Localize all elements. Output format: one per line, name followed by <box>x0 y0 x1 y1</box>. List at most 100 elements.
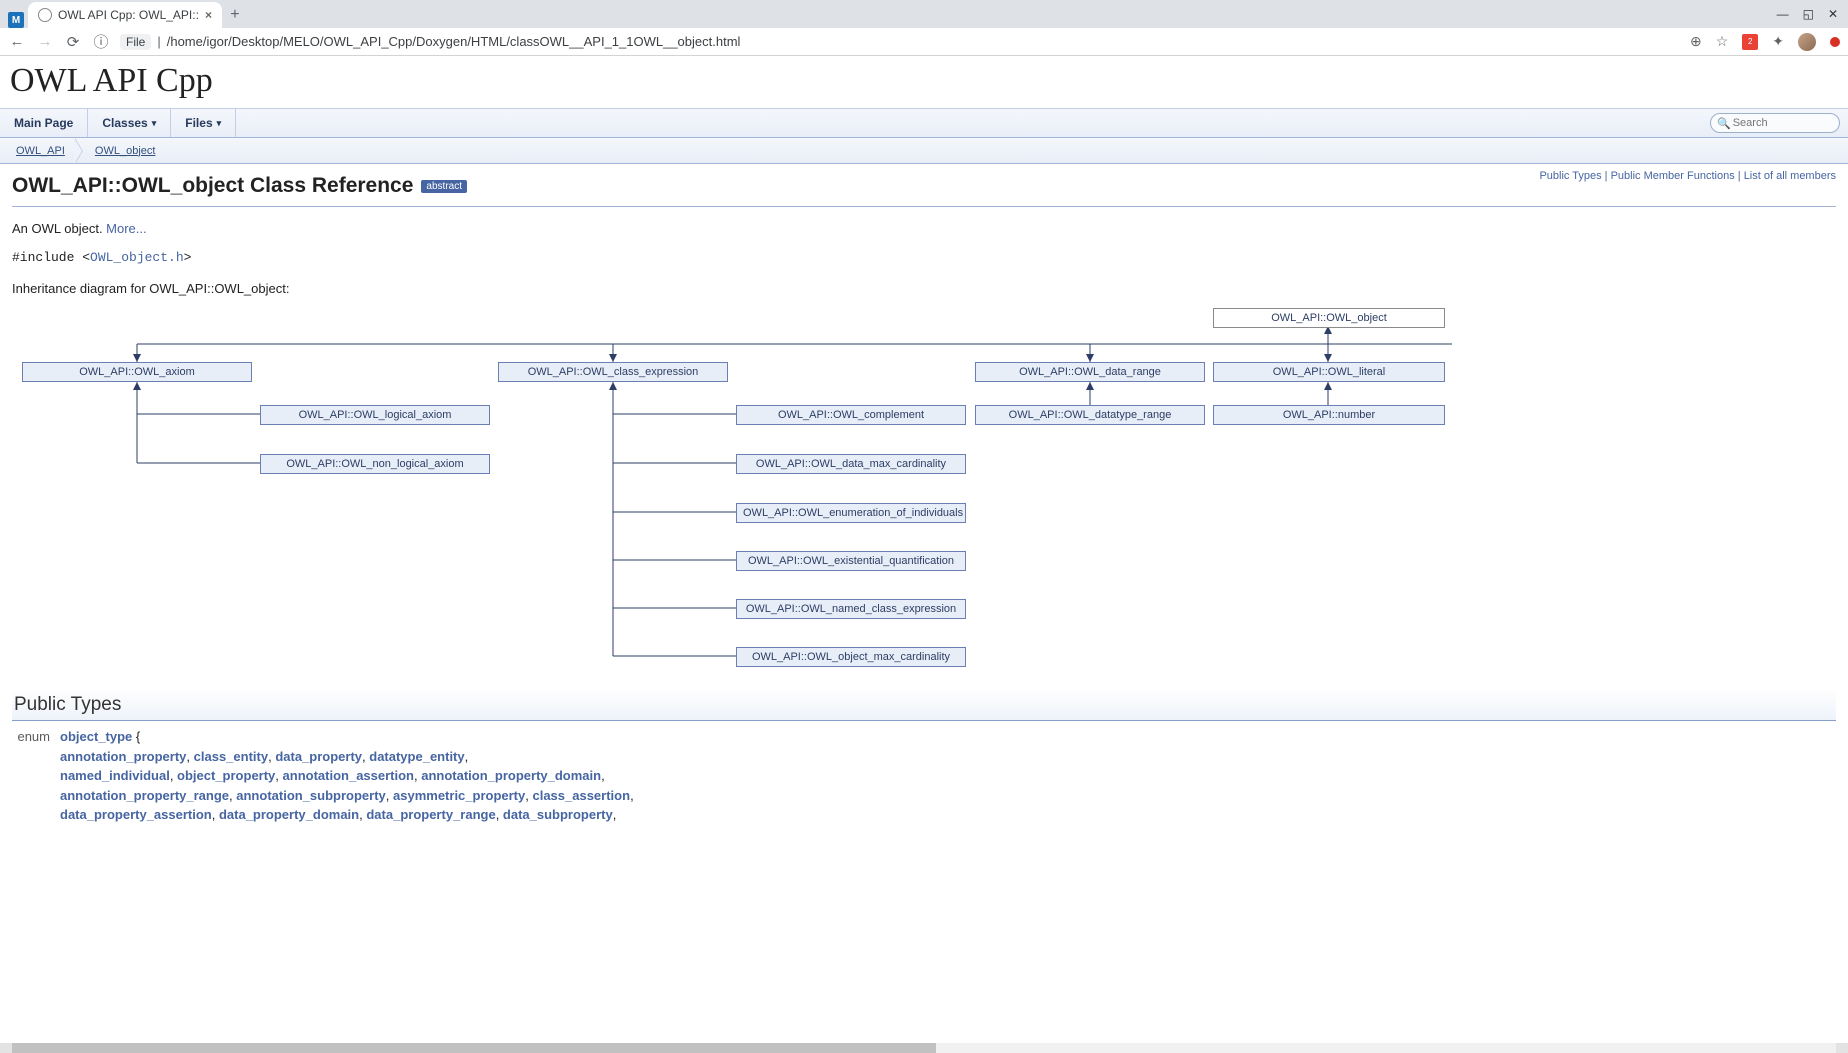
diagram-node-object-max-cardinality[interactable]: OWL_API::OWL_object_max_cardinality <box>736 647 966 667</box>
project-title: OWL API Cpp <box>0 56 1848 108</box>
forward-button[interactable]: → <box>36 33 54 50</box>
back-button[interactable]: ← <box>8 33 26 50</box>
enum-value-link[interactable]: datatype_entity <box>369 749 464 764</box>
diagram-node-data-max-cardinality[interactable]: OWL_API::OWL_data_max_cardinality <box>736 454 966 474</box>
maximize-icon[interactable]: ◱ <box>1803 7 1814 21</box>
address-bar: ← → ⟳ ⓘ File | /home/igor/Desktop/MELO/O… <box>0 28 1848 56</box>
scrollbar-thumb[interactable] <box>12 1043 936 1053</box>
class-description: An OWL object. More... <box>12 221 1836 236</box>
enum-value-link[interactable]: annotation_property <box>60 749 186 764</box>
inheritance-diagram-label: Inheritance diagram for OWL_API::OWL_obj… <box>12 281 1836 296</box>
enum-value-link[interactable]: data_property <box>275 749 362 764</box>
enum-open-brace: { <box>132 729 140 744</box>
tab-files[interactable]: Files ▾ <box>171 109 236 137</box>
desc-text: An OWL object. <box>12 221 106 236</box>
breadcrumb: OWL_API OWL_object <box>0 138 1848 164</box>
link-public-member-functions[interactable]: Public Member Functions <box>1611 170 1735 182</box>
toolbar-right: ⊕ ☆ 2 ✦ <box>1690 33 1840 51</box>
diagram-node-root[interactable]: OWL_API::OWL_object <box>1213 308 1445 328</box>
abstract-badge: abstract <box>421 180 467 193</box>
enum-value-link[interactable]: annotation_property_domain <box>421 768 601 783</box>
chevron-down-icon: ▾ <box>152 118 157 129</box>
diagram-node-data-range[interactable]: OWL_API::OWL_data_range <box>975 362 1205 382</box>
browser-tab[interactable]: OWL API Cpp: OWL_API:: × <box>28 2 222 28</box>
file-chip: File <box>120 34 151 50</box>
tab-main-page-label: Main Page <box>14 116 73 130</box>
link-list-of-all-members[interactable]: List of all members <box>1744 170 1836 182</box>
diagram-node-axiom[interactable]: OWL_API::OWL_axiom <box>22 362 252 382</box>
public-types-table: enum object_type { annotation_property, … <box>0 727 1848 825</box>
tab-title: OWL API Cpp: OWL_API:: <box>58 8 199 22</box>
url-sep: | <box>157 34 160 49</box>
nav-tabs: Main Page Classes ▾ Files ▾ 🔍 <box>0 108 1848 138</box>
window-controls: — ◱ ✕ <box>1777 0 1848 28</box>
extensions-icon[interactable]: ✦ <box>1772 33 1784 50</box>
diagram-node-named-class-expression[interactable]: OWL_API::OWL_named_class_expression <box>736 599 966 619</box>
diagram-node-existential-quantification[interactable]: OWL_API::OWL_existential_quantification <box>736 551 966 571</box>
breadcrumb-owl-api[interactable]: OWL_API <box>6 138 75 163</box>
inheritance-diagram: OWL_API::OWL_object OWL_API::OWL_axiom O… <box>12 306 1836 676</box>
url-box[interactable]: File | /home/igor/Desktop/MELO/OWL_API_C… <box>120 34 1680 50</box>
zoom-icon[interactable]: ⊕ <box>1690 33 1702 50</box>
enum-value-link[interactable]: data_property_domain <box>219 807 359 822</box>
new-tab-button[interactable]: + <box>222 2 248 28</box>
search-wrap: 🔍 <box>1710 113 1848 133</box>
enum-value-link[interactable]: asymmetric_property <box>393 788 525 803</box>
include-directive: #include <OWL_object.h> <box>12 250 1836 265</box>
tab-classes[interactable]: Classes ▾ <box>88 109 171 137</box>
diagram-node-literal[interactable]: OWL_API::OWL_literal <box>1213 362 1445 382</box>
search-icon: 🔍 <box>1717 117 1731 130</box>
include-prefix: #include < <box>12 250 90 265</box>
info-icon[interactable]: ⓘ <box>92 31 110 52</box>
enum-value-link[interactable]: annotation_assertion <box>283 768 414 783</box>
diagram-node-complement[interactable]: OWL_API::OWL_complement <box>736 405 966 425</box>
tab-classes-label: Classes <box>102 116 147 130</box>
reload-button[interactable]: ⟳ <box>64 33 82 51</box>
diagram-node-enumeration-of-individuals[interactable]: OWL_API::OWL_enumeration_of_individuals <box>736 503 966 523</box>
close-window-icon[interactable]: ✕ <box>1828 7 1838 21</box>
diagram-node-non-logical-axiom[interactable]: OWL_API::OWL_non_logical_axiom <box>260 454 490 474</box>
enum-keyword: enum <box>12 727 50 747</box>
enum-name-link[interactable]: object_type <box>60 729 132 744</box>
url-path: /home/igor/Desktop/MELO/OWL_API_Cpp/Doxy… <box>167 34 741 49</box>
enum-value-link[interactable]: data_property_range <box>366 807 495 822</box>
diagram-node-class-expression[interactable]: OWL_API::OWL_class_expression <box>498 362 728 382</box>
enum-value-link[interactable]: object_property <box>177 768 275 783</box>
diagram-node-number[interactable]: OWL_API::number <box>1213 405 1445 425</box>
enum-value-link[interactable]: class_assertion <box>532 788 630 803</box>
enum-value-link[interactable]: annotation_property_range <box>60 788 229 803</box>
header-area: Public Types | Public Member Functions |… <box>0 164 1848 686</box>
more-link[interactable]: More... <box>106 221 146 236</box>
enum-value-link[interactable]: data_subproperty <box>503 807 613 822</box>
diagram-lines <box>12 306 1836 676</box>
record-icon[interactable] <box>1830 37 1840 47</box>
close-icon[interactable]: × <box>205 8 212 22</box>
horizontal-scrollbar[interactable] <box>0 1043 1848 1053</box>
breadcrumb-owl-object[interactable]: OWL_object <box>85 138 166 163</box>
enum-value-link[interactable]: class_entity <box>194 749 268 764</box>
chevron-down-icon: ▾ <box>217 118 222 129</box>
scroll-right-arrow[interactable] <box>1836 1043 1848 1053</box>
include-suffix: > <box>184 250 192 265</box>
enum-value-link[interactable]: data_property_assertion <box>60 807 212 822</box>
enum-value-link[interactable]: annotation_subproperty <box>236 788 386 803</box>
search-box[interactable]: 🔍 <box>1710 113 1840 133</box>
search-input[interactable] <box>1731 116 1833 130</box>
app-icon: M <box>8 12 24 28</box>
enum-body: object_type { <box>60 727 1836 747</box>
diagram-node-logical-axiom[interactable]: OWL_API::OWL_logical_axiom <box>260 405 490 425</box>
tab-files-label: Files <box>185 116 212 130</box>
extension-badge-icon[interactable]: 2 <box>1742 34 1758 50</box>
profile-avatar[interactable] <box>1798 33 1816 51</box>
page-title-text: OWL_API::OWL_object Class Reference <box>12 174 413 198</box>
scroll-left-arrow[interactable] <box>0 1043 12 1053</box>
diagram-node-datatype-range[interactable]: OWL_API::OWL_datatype_range <box>975 405 1205 425</box>
browser-chrome: M OWL API Cpp: OWL_API:: × + — ◱ ✕ ← → ⟳… <box>0 0 1848 56</box>
globe-icon <box>38 8 52 22</box>
minimize-icon[interactable]: — <box>1777 7 1789 21</box>
tab-main-page[interactable]: Main Page <box>0 109 88 137</box>
bookmark-icon[interactable]: ☆ <box>1716 33 1729 50</box>
enum-value-link[interactable]: named_individual <box>60 768 170 783</box>
include-file-link[interactable]: OWL_object.h <box>90 250 184 265</box>
link-public-types[interactable]: Public Types <box>1539 170 1601 182</box>
